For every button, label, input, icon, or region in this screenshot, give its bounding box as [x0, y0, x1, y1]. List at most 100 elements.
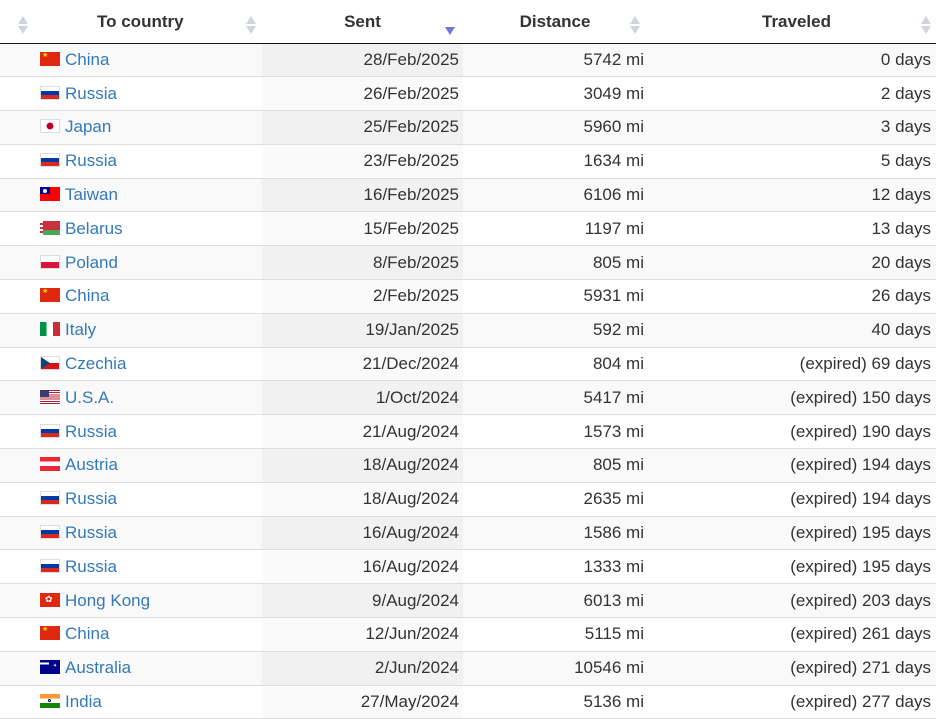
table-row: Russia 18/Aug/2024 2635 mi (expired) 194 da…	[0, 482, 936, 517]
country-link[interactable]: Austria	[65, 455, 118, 474]
row-spacer	[0, 380, 37, 416]
table-row: Japan 25/Feb/2025 5960 mi 3 days	[0, 110, 936, 145]
india-flag-icon	[40, 694, 60, 709]
sort-descending-icon	[445, 16, 455, 36]
country-link[interactable]: Russia	[65, 151, 117, 170]
cell-distance: 5417 mi	[463, 380, 647, 416]
table-row: Hong Kong 9/Aug/20246013 mi(expired) 203 …	[0, 583, 936, 619]
cell-sent-date: 1/Oct/2024	[262, 380, 463, 416]
table-row: Italy 19/Jan/2025 592 mi 40 days	[0, 313, 936, 348]
row-spacer	[0, 651, 37, 686]
cell-distance: 1333 mi	[463, 549, 647, 585]
country-link[interactable]: Hong Kong	[65, 591, 150, 610]
cell-distance: 805 mi	[463, 245, 647, 281]
cell-distance: 805 mi	[463, 448, 647, 483]
cell-sent-date: 8/Feb/2025	[262, 245, 463, 281]
china-flag-icon	[40, 288, 60, 303]
country-link[interactable]: Russia	[65, 557, 117, 576]
cell-distance: 10546 mi	[463, 651, 647, 686]
table-row: China 12/Jun/20245115 mi(expired) 261 day…	[0, 617, 936, 652]
cell-traveled: (expired) 190 days	[647, 414, 936, 450]
cell-sent-date: 15/Feb/2025	[262, 211, 463, 247]
cell-country: China	[37, 279, 262, 314]
country-link[interactable]: Russia	[65, 489, 117, 508]
cell-distance: 5931 mi	[463, 279, 647, 314]
cell-traveled: (expired) 195 days	[647, 516, 936, 551]
cell-country: Taiwan	[37, 178, 262, 213]
cell-traveled: (expired) 261 days	[647, 617, 936, 652]
table-row: Russia 16/Aug/2024 1586 mi (expired) 195 da…	[0, 516, 936, 551]
cell-distance: 804 mi	[463, 347, 647, 382]
country-link[interactable]: China	[65, 286, 109, 305]
column-header-label: To country	[97, 12, 184, 32]
country-link[interactable]: Russia	[65, 523, 117, 542]
column-header-blank[interactable]	[0, 0, 37, 44]
sort-arrows-icon	[921, 16, 931, 36]
cell-distance: 6013 mi	[463, 583, 647, 619]
russia-flag-icon	[40, 558, 60, 573]
sort-arrows-icon	[18, 16, 28, 36]
table-row: India 27/May/2024 5136 mi (expired) 277 day…	[0, 685, 936, 719]
country-link[interactable]: Japan	[65, 117, 111, 136]
country-link[interactable]: Australia	[65, 658, 131, 677]
australia-flag-icon	[40, 660, 60, 675]
cell-traveled: 12 days	[647, 178, 936, 213]
cell-sent-date: 2/Jun/2024	[262, 651, 463, 686]
row-spacer	[0, 313, 37, 348]
country-link[interactable]: China	[65, 50, 109, 69]
postcards-table: To country Sent Distance Traveled China 2…	[0, 0, 936, 719]
column-header-label: Traveled	[762, 12, 831, 32]
cell-sent-date: 27/May/2024	[262, 685, 463, 719]
column-header-country[interactable]: To country	[37, 0, 262, 44]
cell-sent-date: 18/Aug/2024	[262, 482, 463, 517]
cell-country: Russia	[37, 549, 262, 585]
cell-sent-date: 25/Feb/2025	[262, 110, 463, 145]
table-row: Belarus 15/Feb/2025 1197 mi 13 days	[0, 211, 936, 247]
country-link[interactable]: U.S.A.	[65, 388, 114, 407]
cell-country: China	[37, 617, 262, 652]
cell-distance: 5115 mi	[463, 617, 647, 652]
cell-traveled: (expired) 271 days	[647, 651, 936, 686]
row-spacer	[0, 178, 37, 213]
japan-flag-icon	[40, 119, 60, 134]
country-link[interactable]: Poland	[65, 253, 118, 272]
row-spacer	[0, 549, 37, 585]
row-spacer	[0, 583, 37, 619]
row-spacer	[0, 617, 37, 652]
country-link[interactable]: Italy	[65, 320, 96, 339]
cell-sent-date: 16/Aug/2024	[262, 549, 463, 585]
country-link[interactable]: India	[65, 692, 102, 711]
country-link[interactable]: Belarus	[65, 219, 123, 238]
column-header-traveled[interactable]: Traveled	[647, 0, 936, 44]
cell-country: China	[37, 43, 262, 78]
sort-arrows-icon	[246, 16, 256, 36]
country-link[interactable]: Russia	[65, 84, 117, 103]
country-link[interactable]: China	[65, 624, 109, 643]
country-link[interactable]: Russia	[65, 422, 117, 441]
russia-flag-icon	[40, 525, 60, 540]
column-header-sent[interactable]: Sent	[262, 0, 463, 44]
cell-traveled: 3 days	[647, 110, 936, 145]
cell-distance: 5742 mi	[463, 43, 647, 78]
cell-distance: 3049 mi	[463, 76, 647, 112]
cell-country: India	[37, 685, 262, 719]
cell-sent-date: 19/Jan/2025	[262, 313, 463, 348]
hongkong-flag-icon	[40, 592, 60, 607]
cell-sent-date: 16/Feb/2025	[262, 178, 463, 213]
cell-distance: 2635 mi	[463, 482, 647, 517]
cell-country: Japan	[37, 110, 262, 145]
country-link[interactable]: Taiwan	[65, 185, 118, 204]
table-row: U.S.A. 1/Oct/2024 5417 mi (expired) 150 day…	[0, 380, 936, 416]
column-header-distance[interactable]: Distance	[463, 0, 647, 44]
cell-country: Poland	[37, 245, 262, 281]
cell-sent-date: 9/Aug/2024	[262, 583, 463, 619]
taiwan-flag-icon	[40, 187, 60, 202]
table-row: China 28/Feb/20255742 mi0 days	[0, 43, 936, 78]
country-link[interactable]: Czechia	[65, 354, 126, 373]
cell-country: Italy	[37, 313, 262, 348]
china-flag-icon	[40, 51, 60, 66]
cell-country: Hong Kong	[37, 583, 262, 619]
cell-distance: 5136 mi	[463, 685, 647, 719]
row-spacer	[0, 211, 37, 247]
table-row: China 2/Feb/20255931 mi26 days	[0, 279, 936, 314]
